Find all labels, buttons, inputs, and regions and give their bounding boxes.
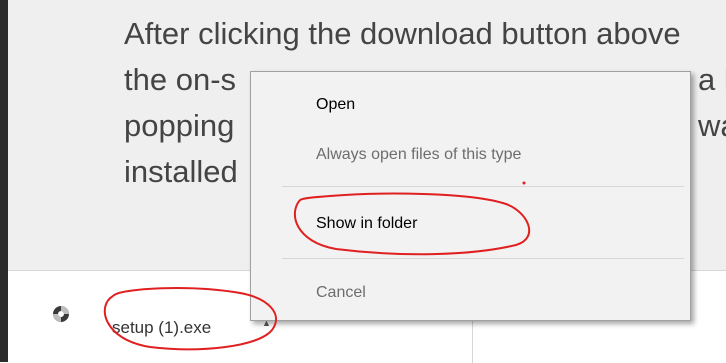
menu-item-show-in-folder[interactable]: Show in folder xyxy=(316,215,417,233)
download-context-menu: Open Always open files of this type Show… xyxy=(250,71,691,321)
menu-item-always-open[interactable]: Always open files of this type xyxy=(316,146,521,164)
setup-disc-icon xyxy=(53,306,69,322)
menu-item-cancel[interactable]: Cancel xyxy=(316,284,366,302)
menu-separator xyxy=(282,186,684,187)
menu-separator xyxy=(282,258,684,259)
article-line-3: popping xyxy=(124,108,235,143)
article-line-2: the on-s xyxy=(124,62,237,97)
article-line-4: installed xyxy=(124,154,238,189)
article-fragment-2: wa xyxy=(698,108,726,143)
article-line-1: After clicking the download button above xyxy=(124,16,681,51)
article-fragment-1: a l xyxy=(698,62,726,97)
download-file-name[interactable]: setup (1).exe xyxy=(112,318,211,338)
window-left-border xyxy=(0,0,8,362)
menu-item-open[interactable]: Open xyxy=(316,96,355,114)
